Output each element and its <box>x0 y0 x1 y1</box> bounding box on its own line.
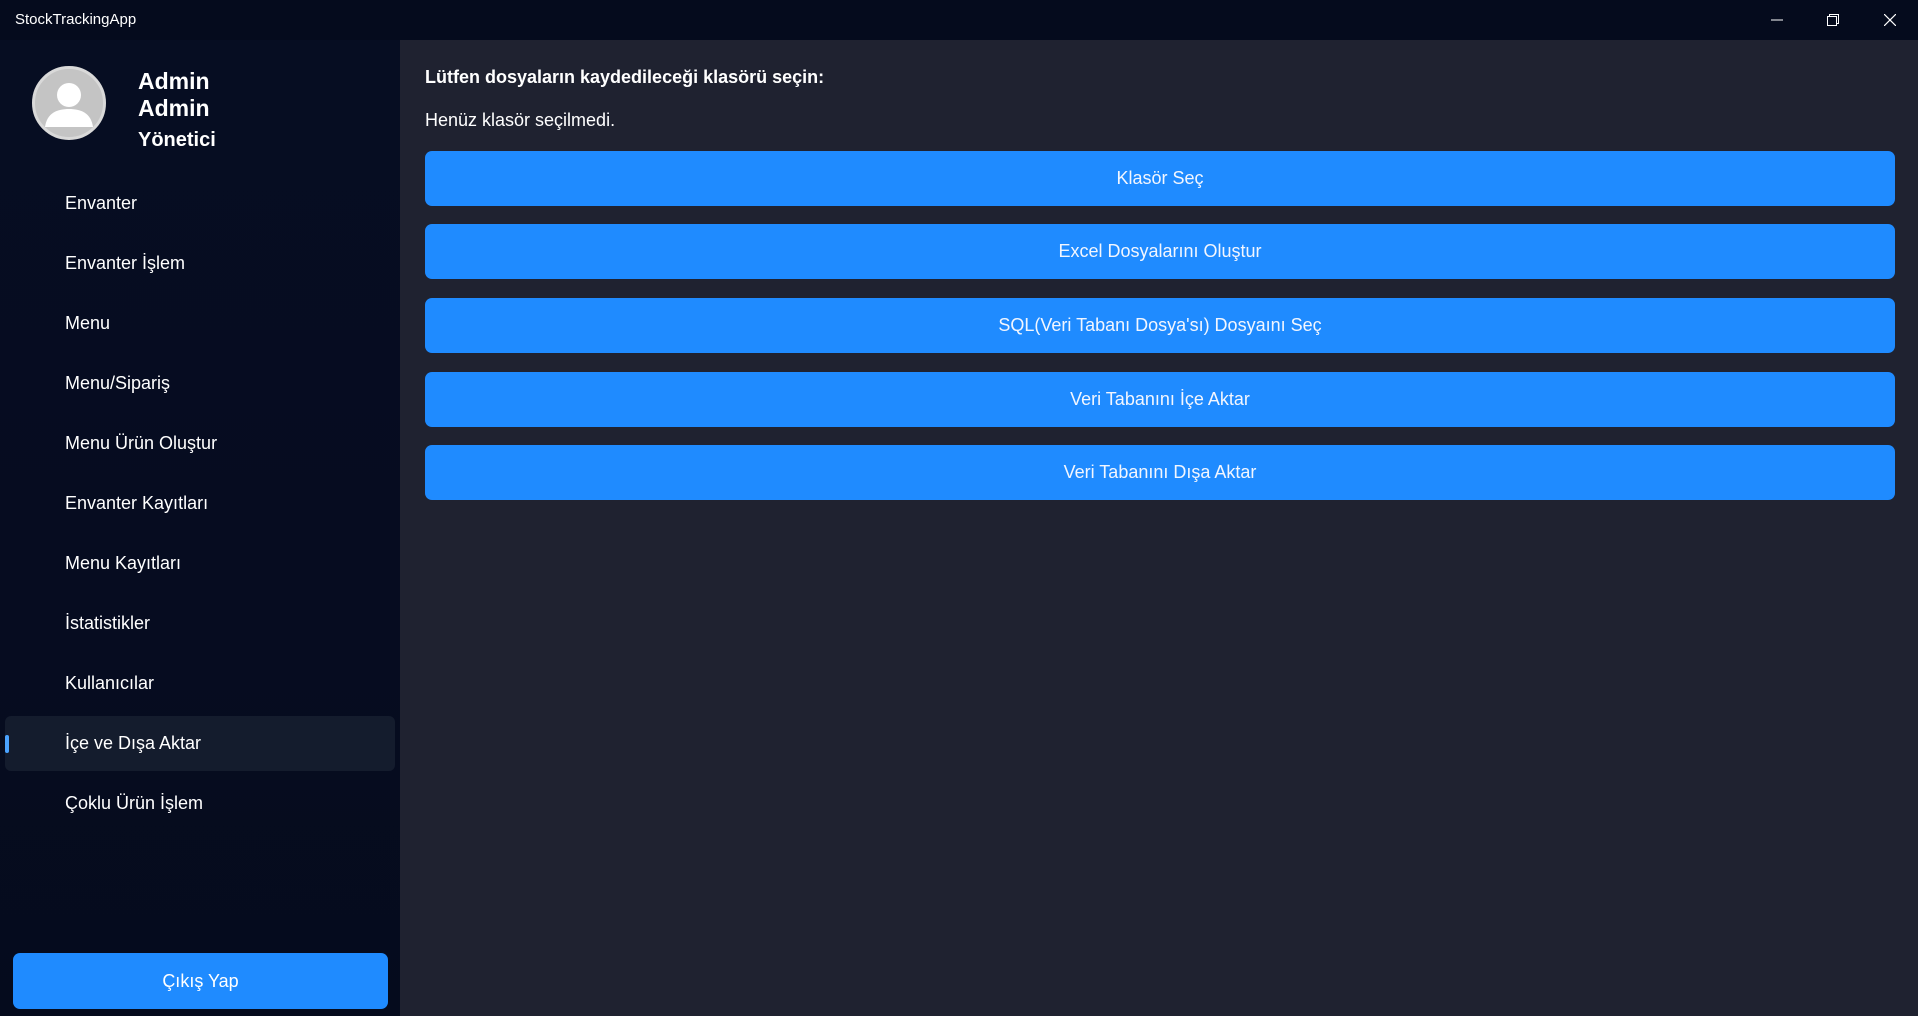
sidebar-item-label: İstatistikler <box>65 613 151 633</box>
sidebar-item-envanter-kayitlari[interactable]: Envanter Kayıtları <box>5 476 395 531</box>
select-sql-file-button[interactable]: SQL(Veri Tabanı Dosya'sı) Dosyaını Seç <box>425 298 1895 353</box>
import-database-button[interactable]: Veri Tabanını İçe Aktar <box>425 372 1895 427</box>
sidebar-item-label: Menu <box>65 313 111 333</box>
sidebar-item-label: Menu/Sipariş <box>65 373 171 393</box>
folder-status: Henüz klasör seçilmedi. <box>425 110 616 130</box>
minimize-button[interactable] <box>1749 0 1805 40</box>
sidebar-item-envanter[interactable]: Envanter <box>5 176 395 231</box>
sidebar-item-kullanicilar[interactable]: Kullanıcılar <box>5 656 395 711</box>
sidebar-item-label: Envanter <box>65 193 138 213</box>
user-avatar-icon <box>32 66 106 140</box>
sidebar-item-menu-siparis[interactable]: Menu/Sipariş <box>5 356 395 411</box>
sidebar-item-coklu-urun-islem[interactable]: Çoklu Ürün İşlem <box>5 776 395 831</box>
sidebar-item-label: Menu Kayıtları <box>65 553 182 573</box>
title-bar: StockTrackingApp <box>0 0 1918 40</box>
app-title: StockTrackingApp <box>15 11 137 28</box>
folder-prompt: Lütfen dosyaların kaydedileceği klasörü … <box>425 67 825 87</box>
active-indicator <box>5 735 9 753</box>
sidebar-item-label: Çoklu Ürün İşlem <box>65 793 204 813</box>
user-role: Yönetici <box>138 129 216 151</box>
logout-button[interactable]: Çıkış Yap <box>13 953 388 1009</box>
minimize-icon <box>1771 19 1783 21</box>
user-last-name: Admin <box>138 95 210 121</box>
sidebar-item-istatistikler[interactable]: İstatistikler <box>5 596 395 651</box>
sidebar-item-menu-urun-olustur[interactable]: Menu Ürün Oluştur <box>5 416 395 471</box>
sidebar-item-envanter-islem[interactable]: Envanter İşlem <box>5 236 395 291</box>
sidebar-item-label: İçe ve Dışa Aktar <box>65 733 202 753</box>
sidebar-item-label: Envanter Kayıtları <box>65 493 209 513</box>
export-database-button[interactable]: Veri Tabanını Dışa Aktar <box>425 445 1895 500</box>
sidebar-item-menu-kayitlari[interactable]: Menu Kayıtları <box>5 536 395 591</box>
sidebar-item-label: Kullanıcılar <box>65 673 155 693</box>
sidebar: Admin Admin Yönetici Envanter Envanter İ… <box>0 40 400 1016</box>
close-icon <box>1884 14 1896 26</box>
sidebar-item-menu[interactable]: Menu <box>5 296 395 351</box>
create-excel-files-button[interactable]: Excel Dosyalarını Oluştur <box>425 224 1895 279</box>
sidebar-item-label: Menu Ürün Oluştur <box>65 433 218 453</box>
user-first-name: Admin <box>138 68 210 94</box>
sidebar-item-ice-ve-disa-aktar[interactable]: İçe ve Dışa Aktar <box>5 716 395 771</box>
user-card: Admin Admin Yönetici <box>0 40 400 160</box>
main-content: Lütfen dosyaların kaydedileceği klasörü … <box>400 40 1918 1016</box>
sidebar-item-label: Envanter İşlem <box>65 253 186 273</box>
app-window: StockTrackingApp Admin Admin Yönetici En… <box>0 0 1918 1016</box>
close-button[interactable] <box>1862 0 1918 40</box>
restore-button[interactable] <box>1805 0 1861 40</box>
select-folder-button[interactable]: Klasör Seç <box>425 151 1895 206</box>
restore-icon <box>1827 14 1839 26</box>
